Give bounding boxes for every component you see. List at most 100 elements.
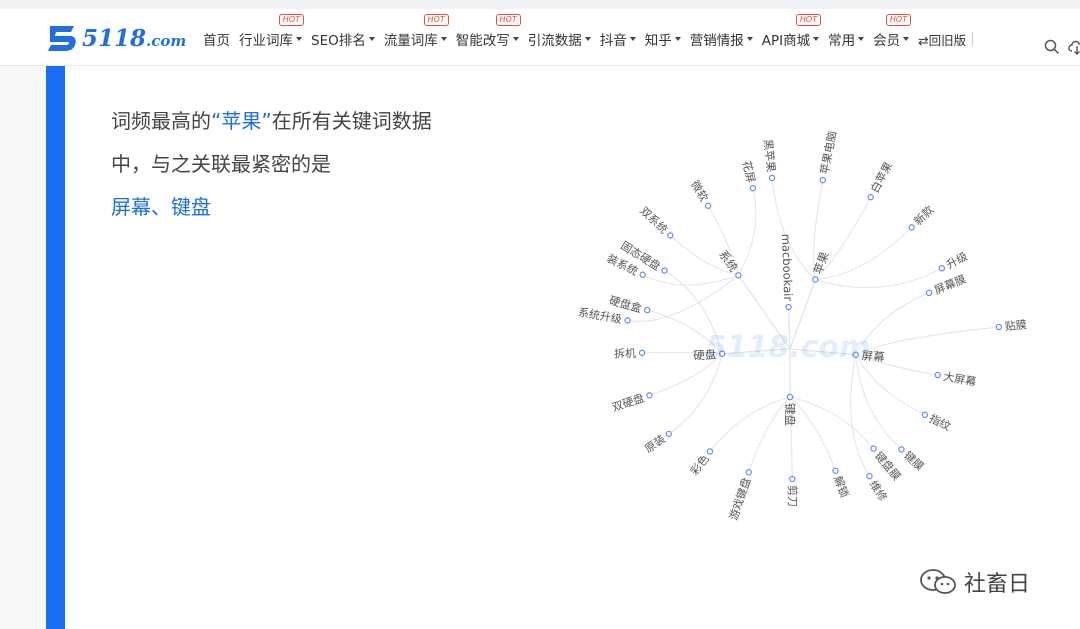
nav-label: 常用 [828,33,856,49]
nav-label: 流量词库 [383,33,438,49]
watermark-text: 社畜日 [964,572,1031,597]
chevron-down-icon [813,37,820,41]
leaf-keyword-dot [665,430,672,438]
site-header: 5118.com 首页 行业词库 HOT SEO排名 流量词库 HOT 智能改写 HOT 引流数… [0,9,1080,66]
leaf-keyword[interactable]: 苹果电脑 [817,130,839,176]
tree-nodes: 系统升级装系统双系统微软花屏系统黑苹果 苹果电脑白苹果新款升级苹果macbooka… [577,130,1027,522]
leaf-keyword[interactable]: 游戏键盘 [726,476,753,522]
nav-item-10[interactable]: 常用 [828,29,865,49]
nav-label: 营销情报 [689,33,744,49]
content-area: 词频最高的“苹果”在所有关键词数据中，与之关联最紧密的是 屏幕、键盘 系统升级装… [0,66,1080,629]
chevron-down-icon [674,37,681,41]
nav-label: SEO排名 [311,33,366,49]
logo-icon [48,26,76,51]
leaf-keyword-dot [624,317,631,324]
leaf-keyword-dot [908,224,915,231]
leaf-keyword-dot [995,323,1003,331]
leaf-keyword[interactable]: 双硬盘 [610,391,646,415]
nav-label: 行业词库 [239,33,293,49]
cloud-icon[interactable] [1067,37,1080,55]
nav-item-9[interactable]: API商城 HOT [761,14,822,49]
leaf-keyword[interactable]: 双系统 [637,204,670,236]
leaf-keyword-dot [639,271,646,278]
leaf-keyword[interactable]: 键膜 [901,448,927,473]
hot-badge: HOT [795,14,822,26]
leaf-keyword[interactable]: 剪刀 [785,485,799,507]
leaf-keyword[interactable]: 屏幕膜 [932,272,968,297]
nav-label: 智能改写 [455,33,510,49]
leaf-keyword[interactable]: 花屏 [740,160,758,184]
nav-item-1[interactable]: 行业词库 HOT [239,14,304,49]
leaf-link [855,354,902,450]
nav-item-7[interactable]: 知乎 [645,29,681,49]
chevron-down-icon [629,37,636,41]
chevron-down-icon [584,37,591,41]
chevron-down-icon [440,37,447,41]
nav-item-6[interactable]: 抖音 [600,29,636,49]
leaf-keyword[interactable]: 大屏幕 [942,369,977,389]
leaf-link [815,226,913,281]
hot-badge: HOT [885,14,912,26]
leaf-keyword[interactable]: 彩色 [687,452,712,478]
leaf-link [789,396,874,449]
search-icon[interactable] [1044,39,1060,55]
logo-name: 5118 [82,24,147,52]
leaf-keyword-dot [646,392,653,399]
leaf-keyword[interactable]: 贴膜 [1004,317,1027,333]
branch-keyword[interactable]: 键盘 [783,403,797,426]
branch-keyword-dot [786,393,794,401]
nav-item-8[interactable]: 营销情报 [690,29,753,49]
leaf-keyword-dot [745,469,752,476]
tree-links [627,177,999,479]
leaf-keyword[interactable]: 原装 [642,432,667,455]
top-strip [0,0,1080,9]
nav-label: 引流数据 [527,33,582,49]
main-nav: 首页 行业词库 HOT SEO排名 流量词库 HOT 智能改写 HOT 引流数据 抖音 知乎 营销情报… [203,14,974,50]
leaf-link [668,353,723,435]
leaf-keyword[interactable]: 拆机 [614,346,636,361]
chevron-down-icon [858,37,865,41]
nav-item-5[interactable]: 引流数据 [528,29,591,49]
chevron-down-icon [368,37,375,41]
leaf-keyword[interactable]: 升级 [944,250,970,272]
leaf-keyword-dot [706,448,714,455]
leaf-keyword-dot [768,174,776,182]
leaf-keyword[interactable]: 指纹 [927,411,953,433]
nav-item-4[interactable]: 智能改写 HOT [455,14,521,49]
nav-item-11[interactable]: 会员 HOT [873,14,912,49]
wechat-icon [920,569,956,594]
leaf-keyword-dot [938,265,946,272]
nav-item-2[interactable]: SEO排名 [311,29,375,49]
nav-label: 知乎 [644,33,672,49]
branch-keyword[interactable]: macbookair [779,233,795,301]
leaf-link [815,267,943,289]
leaf-keyword-dot [898,446,905,453]
branch-keyword-dot [812,276,819,283]
leaf-link [642,274,739,286]
leaf-keyword-dot [934,371,941,379]
leaf-keyword-dot [866,473,873,480]
leaf-keyword[interactable]: 系统升级 [577,306,623,326]
nav-item-0[interactable]: 首页 [203,29,230,49]
logo-suffix: .com [146,31,187,50]
radial-watermark: 5118.com [706,330,871,365]
leaf-keyword[interactable]: 白苹果 [867,159,895,195]
leaf-keyword[interactable]: 解锁 [831,474,852,500]
leaf-keyword-dot [638,349,646,357]
nav-label: 首页 [203,33,230,49]
leaf-keyword-dot [870,445,877,452]
leaf-keyword-dot [832,467,839,474]
nav-item-3[interactable]: 流量词库 HOT [383,14,449,49]
chevron-down-icon [296,37,302,41]
nav-label: API商城 [761,33,811,49]
hot-badge: HOT [495,14,521,26]
leaf-keyword[interactable]: 新款 [911,203,936,228]
leaf-keyword[interactable]: 微软 [688,178,711,204]
old-version-link[interactable]: ⇄回旧版 [918,30,974,49]
leaf-keyword-dot [704,202,712,209]
leaf-link [627,274,739,322]
leaf-keyword[interactable]: 黑苹果 [761,138,778,172]
branch-keyword-dot [735,272,742,279]
site-logo[interactable]: 5118.com [44,22,186,54]
leaf-keyword[interactable]: 维修 [867,478,891,504]
